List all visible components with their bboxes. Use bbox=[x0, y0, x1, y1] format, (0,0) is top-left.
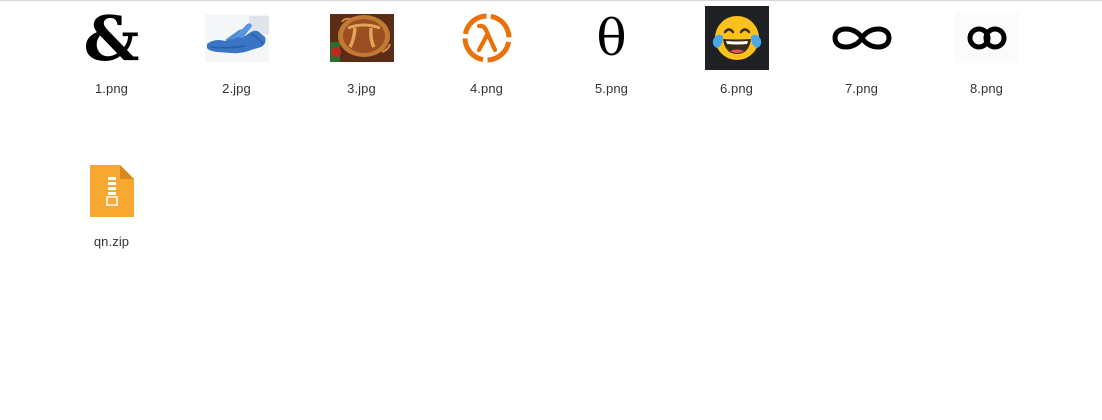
file-item-6-png[interactable]: 6.png bbox=[674, 3, 799, 148]
file-thumbnail: & bbox=[77, 3, 147, 73]
file-name: qn.zip bbox=[93, 234, 130, 249]
file-thumbnail bbox=[452, 3, 522, 73]
file-name: 4.png bbox=[469, 81, 504, 96]
file-thumbnail bbox=[952, 3, 1022, 73]
file-name: 1.png bbox=[94, 81, 129, 96]
file-name: 7.png bbox=[844, 81, 879, 96]
file-grid: & 1.png 2.jpg 3.jpg 4.png θ 5.png 6.png … bbox=[49, 3, 1049, 293]
file-item-4-png[interactable]: 4.png bbox=[424, 3, 549, 148]
ampersand-icon: & bbox=[83, 2, 140, 75]
file-item-5-png[interactable]: θ 5.png bbox=[549, 3, 674, 148]
gloved-hand-photo bbox=[204, 14, 269, 62]
theta-icon: θ bbox=[596, 9, 627, 67]
file-thumbnail bbox=[327, 3, 397, 73]
file-name: 6.png bbox=[719, 81, 754, 96]
file-thumbnail bbox=[827, 3, 897, 73]
laughing-crying-emoji-icon bbox=[704, 6, 769, 70]
file-thumbnail bbox=[202, 3, 272, 73]
file-name: 8.png bbox=[969, 81, 1004, 96]
file-item-1-png[interactable]: & 1.png bbox=[49, 3, 174, 148]
file-thumbnail bbox=[702, 3, 772, 73]
lambda-logo-icon bbox=[462, 13, 511, 63]
infinity-icon bbox=[831, 26, 892, 50]
file-item-8-png[interactable]: 8.png bbox=[924, 3, 1049, 148]
file-name: 5.png bbox=[594, 81, 629, 96]
file-item-7-png[interactable]: 7.png bbox=[799, 3, 924, 148]
zip-archive-icon bbox=[89, 165, 134, 217]
file-name: 2.jpg bbox=[222, 81, 251, 96]
file-item-3-jpg[interactable]: 3.jpg bbox=[299, 3, 424, 148]
top-divider bbox=[0, 0, 1102, 1]
file-item-qn-zip[interactable]: qn.zip bbox=[49, 148, 174, 293]
file-item-2-jpg[interactable]: 2.jpg bbox=[174, 3, 299, 148]
linked-loops-icon bbox=[954, 13, 1019, 63]
file-thumbnail bbox=[77, 156, 147, 226]
file-thumbnail: θ bbox=[577, 3, 647, 73]
pi-pie-photo bbox=[329, 14, 394, 62]
file-name: 3.jpg bbox=[347, 81, 376, 96]
